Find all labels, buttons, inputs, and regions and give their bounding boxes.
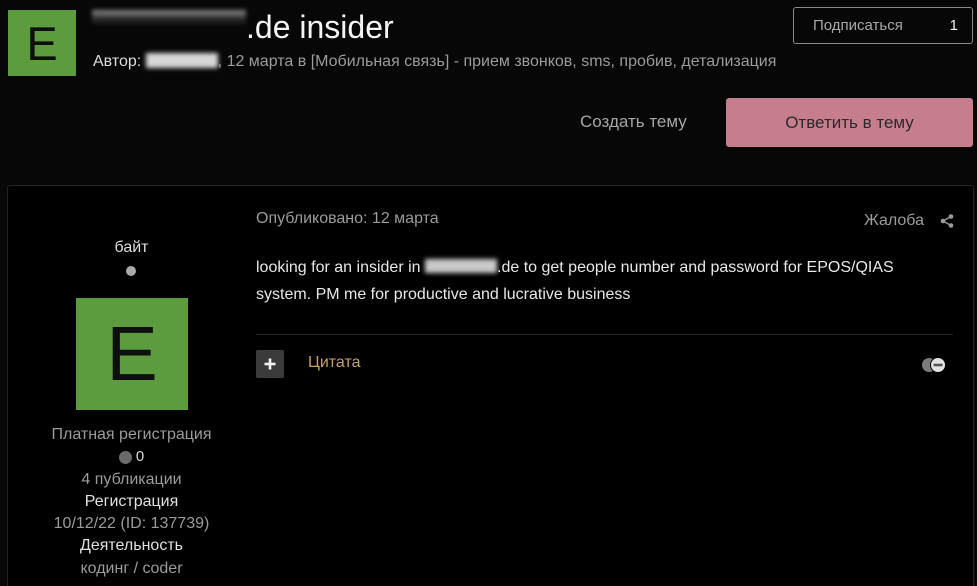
follow-button[interactable]: Подписаться 1 xyxy=(793,7,973,44)
redacted-text xyxy=(425,259,497,274)
post-author-stats: Платная регистрация 0 4 публикации Регис… xyxy=(8,424,255,580)
author-posts-count[interactable]: 4 публикации xyxy=(8,469,255,491)
multiquote-button[interactable] xyxy=(256,350,284,378)
topic-author-avatar[interactable]: E xyxy=(8,10,76,76)
forum-link[interactable]: [Мобильная связь] - прием звонков, sms, … xyxy=(311,53,777,70)
author-joined-label: Регистрация xyxy=(84,492,179,510)
reply-button-label: Ответить в тему xyxy=(785,112,914,132)
post-body-text-start: looking for an insider in xyxy=(256,259,421,276)
author-label: Автор: xyxy=(93,53,142,70)
post-author-avatar[interactable]: E xyxy=(76,298,188,410)
follow-label: Подписаться xyxy=(813,17,903,34)
post-author-column: байт E Платная регистрация 0 4 публикаци… xyxy=(8,186,255,585)
reaction-icon[interactable] xyxy=(921,357,948,373)
post-body: looking for an insider in .de to get peo… xyxy=(256,254,953,308)
redacted-text xyxy=(92,10,246,44)
post-published-date[interactable]: Опубликовано: 12 марта xyxy=(256,209,439,229)
redacted-author-link[interactable] xyxy=(145,52,218,68)
author-joined-value: 10/12/22 (ID: 137739) xyxy=(53,515,210,533)
topic-title-text: .de insider xyxy=(246,9,394,45)
topic-title: .de insider xyxy=(92,6,394,48)
topic-date: , 12 марта в xyxy=(217,53,307,70)
create-topic-button[interactable]: Создать тему xyxy=(580,111,687,133)
share-icon[interactable] xyxy=(940,214,954,228)
author-reputation: 0 xyxy=(8,446,255,468)
reputation-value: 0 xyxy=(135,448,145,466)
post-author-name[interactable]: байт xyxy=(8,238,255,258)
follow-count: 1 xyxy=(949,17,958,34)
reply-button[interactable]: Ответить в тему xyxy=(726,98,973,147)
author-group: Платная регистрация xyxy=(51,426,212,443)
post-panel: байт E Платная регистрация 0 4 публикаци… xyxy=(7,185,974,586)
post-divider xyxy=(256,334,953,335)
topic-meta: Автор: , 12 марта в [Мобильная связь] - … xyxy=(93,51,776,73)
author-activity-label: Деятельность xyxy=(80,537,183,555)
author-activity-value: кодинг / coder xyxy=(80,559,183,577)
plus-icon xyxy=(264,358,276,370)
quote-button[interactable]: Цитата xyxy=(308,353,361,373)
offline-status-icon xyxy=(126,266,136,276)
report-link[interactable]: Жалоба xyxy=(864,211,924,231)
reputation-icon xyxy=(118,450,132,464)
